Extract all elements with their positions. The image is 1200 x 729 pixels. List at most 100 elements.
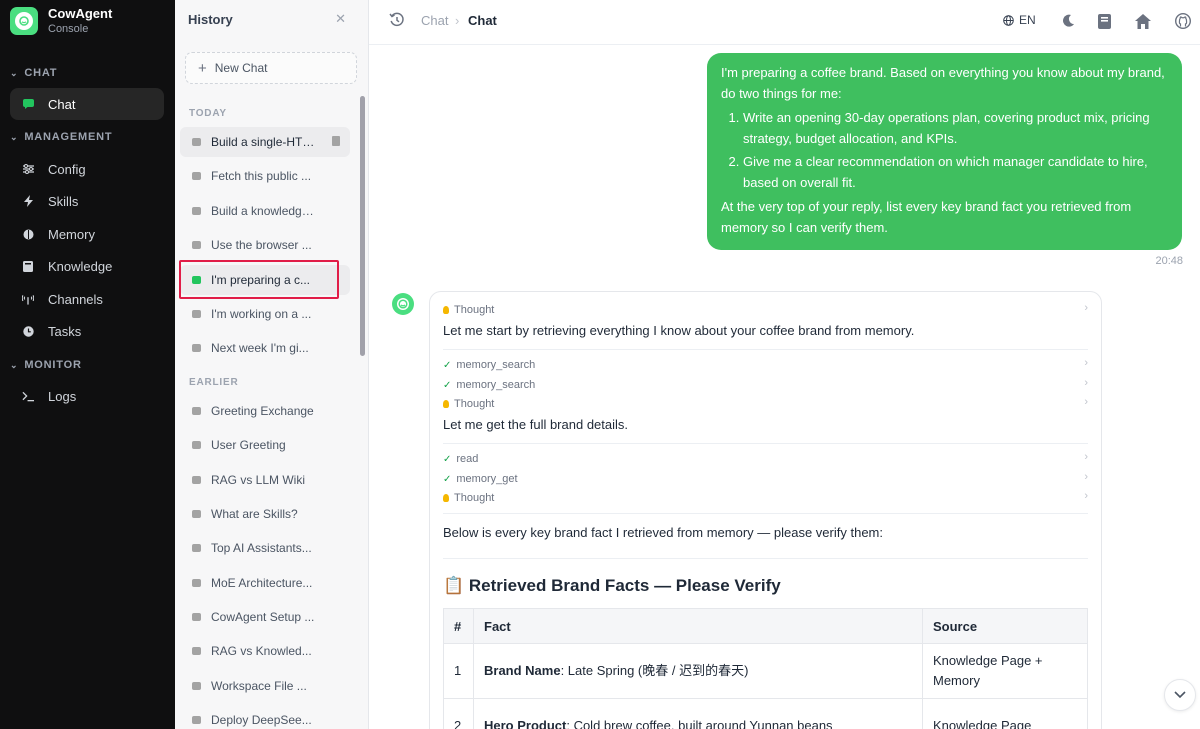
new-chat-button[interactable]: + New Chat bbox=[185, 52, 357, 84]
chevron-down-icon bbox=[1174, 691, 1186, 699]
table-cell: Knowledge Page + Memory bbox=[922, 643, 1088, 699]
section-chat[interactable]: ⌄ CHAT bbox=[10, 67, 57, 79]
section-monitor[interactable]: ⌄ MONITOR bbox=[10, 359, 82, 371]
table-cell: Knowledge Page bbox=[922, 698, 1088, 729]
sidebar-item-knowledge[interactable]: Knowledge bbox=[10, 250, 164, 282]
history-section-today: TODAY bbox=[189, 108, 227, 119]
chat-bubble-icon bbox=[192, 207, 201, 215]
step-label: memory_search bbox=[456, 359, 536, 371]
chat-bubble-icon bbox=[192, 613, 201, 621]
chat-bubble-icon bbox=[192, 716, 201, 724]
table-cell: 1 bbox=[443, 643, 474, 699]
history-item-label: What are Skills? bbox=[211, 507, 298, 521]
lightbulb-icon bbox=[443, 494, 449, 502]
brand-subtitle: Console bbox=[48, 23, 89, 35]
history-item-label: Next week I'm gi... bbox=[211, 341, 309, 355]
history-item[interactable]: RAG vs Knowled... bbox=[180, 636, 350, 666]
sidebar-item-tasks[interactable]: Tasks bbox=[10, 315, 164, 347]
thought-step[interactable]: Thought › bbox=[443, 301, 1088, 319]
new-chat-label: New Chat bbox=[214, 61, 268, 75]
step-label: read bbox=[456, 453, 479, 465]
history-item-label: Fetch this public ... bbox=[211, 169, 312, 183]
language-switch[interactable]: EN bbox=[1003, 13, 1036, 27]
lightning-icon bbox=[22, 195, 34, 207]
history-item[interactable]: Use the browser ... bbox=[180, 230, 350, 260]
check-icon: ✓ bbox=[443, 359, 452, 371]
thought-step[interactable]: Thought › bbox=[443, 489, 1088, 507]
sidebar-item-label: Config bbox=[48, 161, 86, 177]
table-cell: Hero Product: Cold brew coffee, built ar… bbox=[473, 698, 923, 729]
check-icon: ✓ bbox=[443, 473, 452, 485]
history-item[interactable]: Workspace File ... bbox=[180, 671, 350, 701]
step-label: Thought bbox=[454, 304, 495, 316]
history-item[interactable]: Next week I'm gi... bbox=[180, 333, 350, 363]
tool-step[interactable]: ✓ read › bbox=[443, 450, 1088, 468]
close-icon[interactable]: ✕ bbox=[335, 11, 346, 27]
sidebar-item-skills[interactable]: Skills bbox=[10, 185, 164, 217]
history-item-label: RAG vs LLM Wiki bbox=[211, 473, 306, 487]
history-scrollbar[interactable] bbox=[360, 96, 365, 356]
chevron-right-icon: › bbox=[1084, 490, 1088, 502]
table-row: 2 Hero Product: Cold brew coffee, built … bbox=[443, 698, 1088, 729]
chevron-right-icon: › bbox=[1084, 471, 1088, 483]
divider bbox=[443, 443, 1088, 444]
sidebar-item-channels[interactable]: Channels bbox=[10, 283, 164, 315]
history-item-label: Build a single-HTML... bbox=[211, 135, 317, 149]
history-item[interactable]: What are Skills? bbox=[180, 499, 350, 529]
history-toggle-icon[interactable] bbox=[389, 12, 405, 33]
user-message: I'm preparing a coffee brand. Based on e… bbox=[707, 53, 1182, 250]
divider bbox=[443, 513, 1088, 514]
user-message-intro: I'm preparing a coffee brand. Based on e… bbox=[721, 65, 1165, 101]
sidebar-item-label: Skills bbox=[48, 193, 79, 209]
sidebar-item-memory[interactable]: Memory bbox=[10, 218, 164, 250]
step-label: memory_search bbox=[456, 379, 536, 391]
topbar: Chat › Chat EN bbox=[369, 0, 1200, 45]
sidebar-item-logs[interactable]: Logs bbox=[10, 380, 164, 412]
sidebar-item-chat[interactable]: Chat bbox=[10, 88, 164, 120]
history-item[interactable]: Build a knowledge ... bbox=[180, 196, 350, 226]
section-management-label: MANAGEMENT bbox=[24, 131, 113, 143]
history-item[interactable]: User Greeting bbox=[180, 430, 350, 460]
fact-key: Hero Product bbox=[484, 718, 567, 729]
sidebar-item-label: Channels bbox=[48, 291, 103, 307]
docs-book-icon[interactable] bbox=[1098, 12, 1111, 30]
terminal-icon bbox=[22, 390, 34, 402]
plus-icon: + bbox=[198, 59, 207, 77]
section-monitor-label: MONITOR bbox=[24, 359, 82, 371]
history-item-label: Deploy DeepSee... bbox=[211, 713, 312, 727]
history-item[interactable]: I'm working on a ... bbox=[180, 299, 350, 329]
section-management[interactable]: ⌄ MANAGEMENT bbox=[10, 131, 112, 143]
moon-icon[interactable] bbox=[1062, 12, 1075, 30]
tool-step[interactable]: ✓ memory_search › bbox=[443, 376, 1088, 394]
divider bbox=[443, 558, 1088, 559]
home-icon[interactable] bbox=[1135, 12, 1151, 30]
history-item[interactable]: Build a single-HTML... bbox=[180, 127, 350, 157]
tool-step[interactable]: ✓ memory_search › bbox=[443, 356, 1088, 374]
sidebar-item-label: Chat bbox=[48, 96, 76, 112]
history-item[interactable]: Deploy DeepSee... bbox=[180, 705, 350, 729]
cowagent-logo-icon bbox=[10, 7, 38, 35]
breadcrumb-parent[interactable]: Chat bbox=[421, 13, 448, 28]
chat-main: Chat › Chat EN I'm preparing a coffee br… bbox=[369, 0, 1200, 729]
github-icon[interactable] bbox=[1175, 12, 1191, 30]
history-item[interactable]: MoE Architecture... bbox=[180, 568, 350, 598]
chevron-right-icon: › bbox=[1084, 302, 1088, 314]
history-item[interactable]: CowAgent Setup ... bbox=[180, 602, 350, 632]
tool-step[interactable]: ✓ memory_get › bbox=[443, 470, 1088, 488]
scroll-to-bottom-button[interactable] bbox=[1164, 679, 1196, 711]
sidebar-item-config[interactable]: Config bbox=[10, 153, 164, 185]
history-item[interactable]: Top AI Assistants... bbox=[180, 533, 350, 563]
trash-icon[interactable] bbox=[332, 136, 340, 146]
history-item[interactable]: RAG vs LLM Wiki bbox=[180, 465, 350, 495]
history-item-label: Build a knowledge ... bbox=[211, 204, 317, 218]
thought-step[interactable]: Thought › bbox=[443, 395, 1088, 413]
history-item[interactable]: Greeting Exchange bbox=[180, 396, 350, 426]
chat-bubble-icon bbox=[22, 98, 34, 110]
history-item-label: Workspace File ... bbox=[211, 679, 307, 693]
sidebar-item-label: Logs bbox=[48, 388, 77, 404]
history-item[interactable]: Fetch this public ... bbox=[180, 161, 350, 191]
chat-bubble-icon bbox=[192, 647, 201, 655]
brand[interactable]: CowAgent Console bbox=[10, 6, 112, 35]
section-chat-label: CHAT bbox=[24, 67, 58, 79]
table-header-row: # Fact Source bbox=[443, 608, 1088, 644]
